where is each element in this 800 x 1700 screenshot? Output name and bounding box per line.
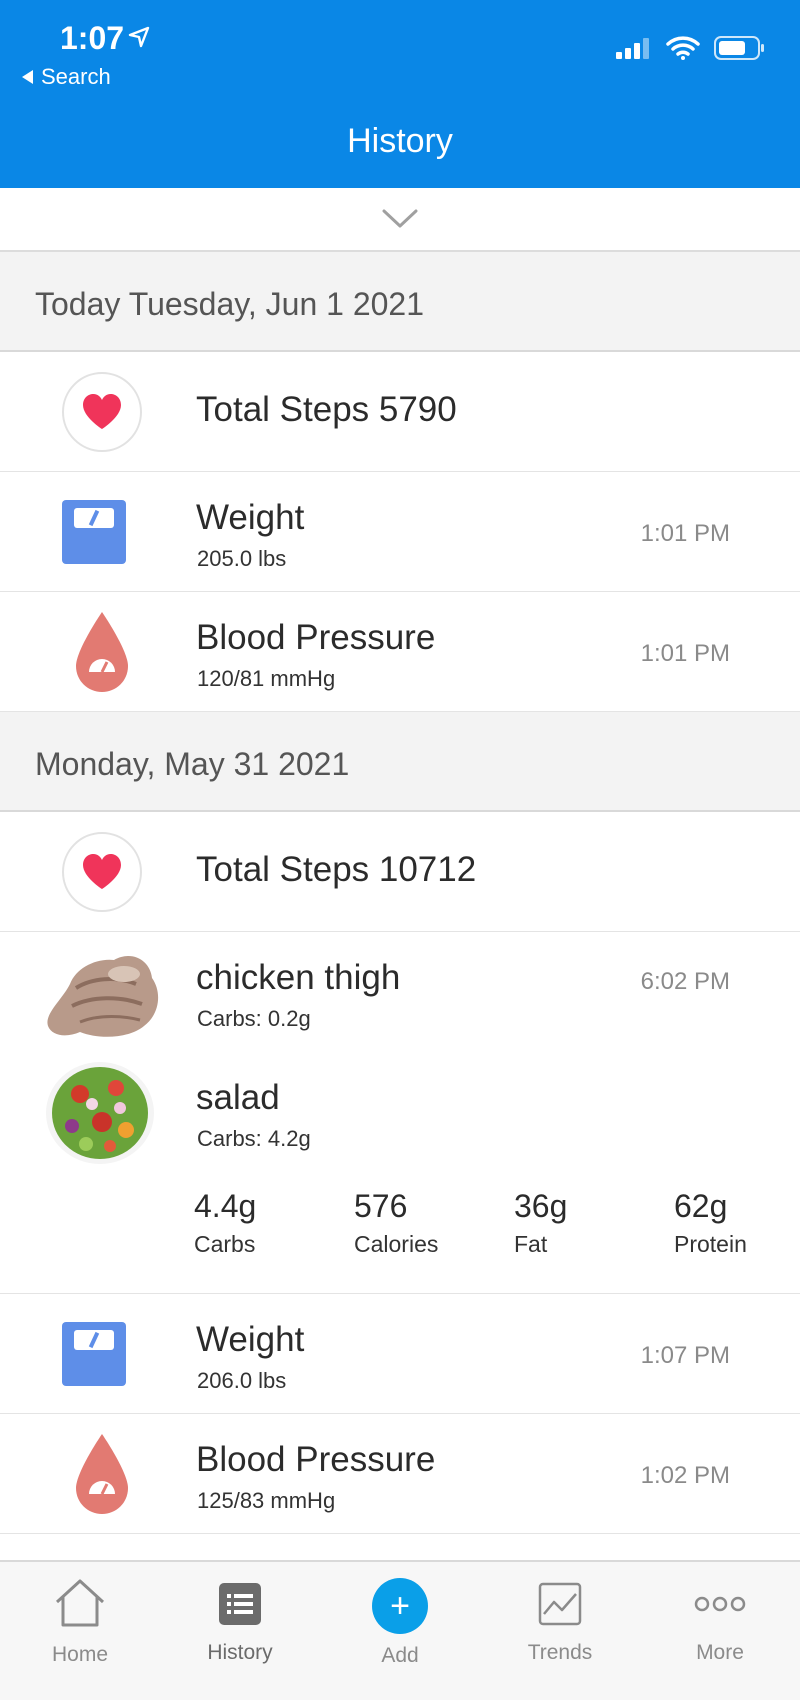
blood-pressure-row[interactable]: Blood Pressure 125/83 mmHg 1:02 PM	[0, 1414, 800, 1534]
weight-time: 1:07 PM	[640, 1342, 730, 1369]
weight-row[interactable]: Weight 206.0 lbs 1:07 PM	[0, 1294, 800, 1414]
steps-row[interactable]: Total Steps 10712	[0, 812, 800, 932]
bp-label: Blood Pressure	[196, 618, 436, 657]
signal-icon	[616, 38, 649, 59]
wifi-icon	[666, 36, 700, 60]
macro-carbs: 4.4g Carbs	[194, 1188, 257, 1257]
scale-icon	[62, 1322, 126, 1386]
bp-label: Blood Pressure	[196, 1440, 436, 1479]
steps-total: Total Steps 5790	[196, 390, 457, 429]
date-label: Monday, May 31 2021	[35, 746, 350, 782]
blood-drop-icon	[76, 612, 128, 692]
back-to-search-button[interactable]: Search	[22, 64, 111, 90]
meal-time: 6:02 PM	[640, 968, 730, 995]
back-arrow-icon	[22, 70, 33, 84]
weight-label: Weight	[196, 498, 305, 537]
date-label: Today Tuesday, Jun 1 2021	[35, 286, 425, 322]
page-title: History	[347, 122, 453, 160]
chicken-thigh-photo	[47, 956, 159, 1037]
macro-protein: 62g Protein	[674, 1188, 747, 1257]
bp-value: 120/81 mmHg	[197, 666, 336, 691]
back-label: Search	[41, 64, 111, 89]
food-carbs: Carbs: 4.2g	[197, 1126, 311, 1151]
bp-time: 1:01 PM	[640, 640, 730, 667]
food-name: salad	[196, 1078, 280, 1117]
weight-label: Weight	[196, 1320, 305, 1359]
tab-trends[interactable]: Trends	[500, 1578, 620, 1665]
bp-time: 1:02 PM	[640, 1462, 730, 1489]
food-name: chicken thigh	[196, 958, 401, 997]
meal-entry[interactable]: chicken thigh Carbs: 0.2g 6:02 PM salad …	[0, 932, 800, 1294]
scale-icon	[62, 500, 126, 564]
macro-calories: 576 Calories	[354, 1188, 439, 1257]
weight-value: 206.0 lbs	[197, 1368, 287, 1393]
weight-row[interactable]: Weight 205.0 lbs 1:01 PM	[0, 472, 800, 592]
trends-icon	[538, 1582, 582, 1626]
collapse-toggle[interactable]	[0, 188, 800, 252]
weight-time: 1:01 PM	[640, 520, 730, 547]
plus-icon: +	[372, 1578, 428, 1634]
tab-more[interactable]: More	[660, 1578, 780, 1665]
food-carbs: Carbs: 0.2g	[197, 1006, 311, 1031]
heart-icon	[62, 832, 142, 912]
status-icons	[616, 36, 766, 60]
status-time: 1:07	[60, 20, 125, 56]
salad-photo	[46, 1062, 154, 1164]
date-header: Today Tuesday, Jun 1 2021	[0, 252, 800, 352]
steps-row[interactable]: Total Steps 5790	[0, 352, 800, 472]
date-header: Monday, May 31 2021	[0, 712, 800, 812]
tab-bar: Home History + Add Trends More	[0, 1560, 800, 1700]
weight-value: 205.0 lbs	[197, 546, 287, 571]
steps-total: Total Steps 10712	[196, 850, 477, 889]
tab-add[interactable]: + Add	[340, 1578, 460, 1668]
more-icon	[694, 1596, 746, 1612]
app-header: 1:07 Search History	[0, 0, 800, 188]
macro-fat: 36g Fat	[514, 1188, 568, 1257]
tab-history[interactable]: History	[180, 1578, 300, 1665]
location-arrow-icon	[128, 26, 150, 48]
blood-pressure-row[interactable]: Blood Pressure 120/81 mmHg 1:01 PM	[0, 592, 800, 712]
tab-home[interactable]: Home	[20, 1578, 140, 1667]
chevron-down-icon	[382, 209, 418, 228]
history-icon	[219, 1583, 261, 1625]
heart-icon	[62, 372, 142, 452]
bp-value: 125/83 mmHg	[197, 1488, 336, 1513]
home-icon	[55, 1579, 105, 1627]
battery-icon	[714, 36, 764, 60]
blood-drop-icon	[76, 1434, 128, 1514]
